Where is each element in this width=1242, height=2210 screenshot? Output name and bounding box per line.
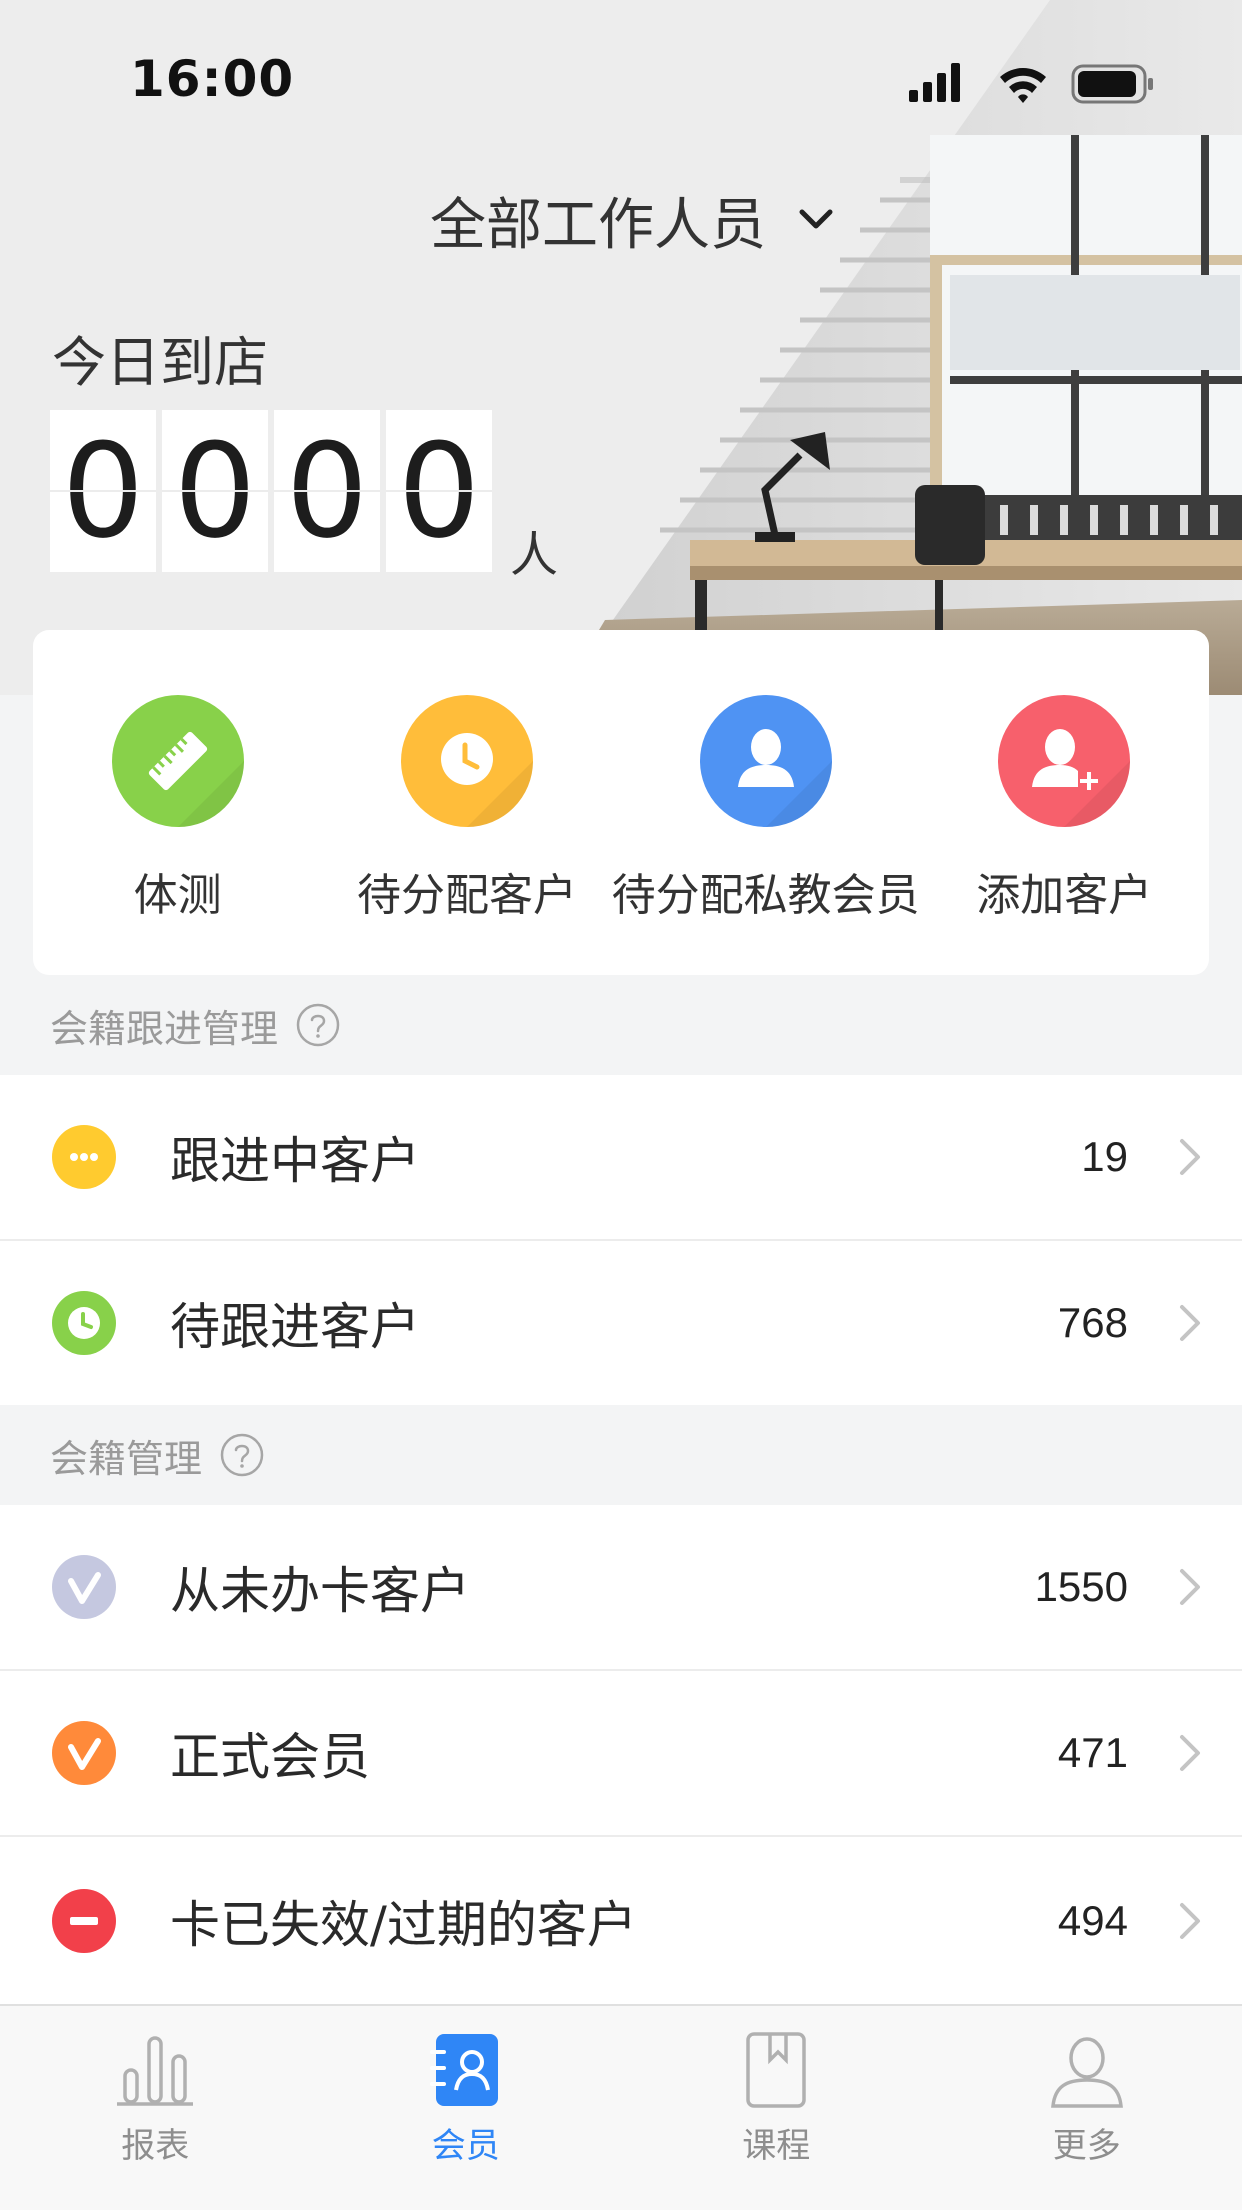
row-label: 待跟进客户 bbox=[170, 1287, 420, 1359]
follow-section-header: 会籍跟进管理 bbox=[0, 975, 1242, 1075]
battery-icon bbox=[1073, 66, 1153, 102]
quick-action-unassigned-customers[interactable]: 待分配客户 bbox=[322, 630, 611, 975]
quick-action-label: 体测 bbox=[134, 859, 222, 923]
chevron-right-icon bbox=[1176, 1565, 1204, 1609]
ruler-icon bbox=[112, 695, 244, 827]
minus-circle-icon bbox=[52, 1889, 116, 1953]
staff-filter-label: 全部工作人员 bbox=[430, 180, 766, 261]
row-label: 跟进中客户 bbox=[170, 1121, 420, 1193]
chevron-right-icon bbox=[1176, 1301, 1204, 1345]
counter-digit: 0 bbox=[162, 410, 268, 572]
tab-label: 会员 bbox=[432, 2118, 500, 2167]
membership-section-header: 会籍管理 bbox=[0, 1405, 1242, 1505]
today-visits-counter: 0 0 0 0 bbox=[50, 410, 498, 572]
counter-unit: 人 bbox=[510, 515, 558, 585]
row-count: 1550 bbox=[1035, 1563, 1128, 1611]
today-visits-label: 今日到店 bbox=[52, 318, 268, 397]
quick-actions-card: 体测 待分配客户 待分配私教会员 bbox=[33, 630, 1209, 975]
v-badge-icon bbox=[52, 1555, 116, 1619]
bottom-tab-bar: 报表 会员 课程 更多 bbox=[0, 2004, 1242, 2210]
chevron-right-icon bbox=[1176, 1899, 1204, 1943]
quick-action-label: 添加客户 bbox=[976, 859, 1152, 923]
chevron-down-icon bbox=[796, 200, 836, 240]
quick-action-body-test[interactable]: 体测 bbox=[33, 630, 322, 975]
status-time: 16:00 bbox=[130, 50, 294, 108]
member-card-icon bbox=[426, 2030, 506, 2110]
row-count: 19 bbox=[1081, 1133, 1128, 1181]
list-row-expired-customers[interactable]: 卡已失效/过期的客户 494 bbox=[0, 1837, 1242, 2004]
row-count: 494 bbox=[1058, 1897, 1128, 1945]
chevron-right-icon bbox=[1176, 1731, 1204, 1775]
status-icons bbox=[905, 58, 1155, 108]
tab-label: 更多 bbox=[1053, 2118, 1121, 2167]
list-row-official-members[interactable]: 正式会员 471 bbox=[0, 1671, 1242, 1835]
bar-chart-icon bbox=[115, 2030, 195, 2110]
clock-icon bbox=[401, 695, 533, 827]
book-icon bbox=[736, 2030, 816, 2110]
row-label: 正式会员 bbox=[170, 1717, 370, 1789]
row-count: 471 bbox=[1058, 1729, 1128, 1777]
list-row-pending-followup[interactable]: 待跟进客户 768 bbox=[0, 1241, 1242, 1405]
counter-digit: 0 bbox=[386, 410, 492, 572]
row-label: 从未办卡客户 bbox=[170, 1551, 470, 1623]
section-title: 会籍管理 bbox=[50, 1428, 202, 1483]
wifi-icon bbox=[1000, 68, 1046, 103]
more-dots-icon bbox=[52, 1125, 116, 1189]
list-row-following-customers[interactable]: 跟进中客户 19 bbox=[0, 1075, 1242, 1239]
staff-filter-dropdown[interactable]: 全部工作人员 bbox=[430, 180, 836, 260]
tab-members[interactable]: 会员 bbox=[311, 2006, 622, 2210]
list-row-never-carded[interactable]: 从未办卡客户 1550 bbox=[0, 1505, 1242, 1669]
row-label: 卡已失效/过期的客户 bbox=[170, 1885, 637, 1957]
tab-reports[interactable]: 报表 bbox=[0, 2006, 311, 2210]
tab-more[interactable]: 更多 bbox=[932, 2006, 1242, 2210]
chevron-right-icon bbox=[1176, 1135, 1204, 1179]
section-title: 会籍跟进管理 bbox=[50, 998, 278, 1053]
quick-action-add-customer[interactable]: 添加客户 bbox=[920, 630, 1209, 975]
cellular-signal-icon bbox=[909, 63, 960, 102]
tab-label: 课程 bbox=[742, 2118, 810, 2167]
quick-action-label: 待分配客户 bbox=[357, 859, 577, 923]
tab-courses[interactable]: 课程 bbox=[621, 2006, 932, 2210]
quick-action-unassigned-pt-members[interactable]: 待分配私教会员 bbox=[612, 630, 920, 975]
help-icon[interactable] bbox=[296, 1003, 340, 1047]
user-outline-icon bbox=[1047, 2030, 1127, 2110]
v-badge-icon bbox=[52, 1721, 116, 1785]
clock-icon bbox=[52, 1291, 116, 1355]
tab-label: 报表 bbox=[121, 2118, 189, 2167]
person-icon bbox=[700, 695, 832, 827]
counter-digit: 0 bbox=[274, 410, 380, 572]
row-count: 768 bbox=[1058, 1299, 1128, 1347]
add-person-icon bbox=[998, 695, 1130, 827]
counter-digit: 0 bbox=[50, 410, 156, 572]
quick-action-label: 待分配私教会员 bbox=[612, 859, 920, 923]
help-icon[interactable] bbox=[220, 1433, 264, 1477]
header-hero: 16:00 全部工作人员 今日到店 0 0 0 0 人 bbox=[0, 0, 1242, 695]
